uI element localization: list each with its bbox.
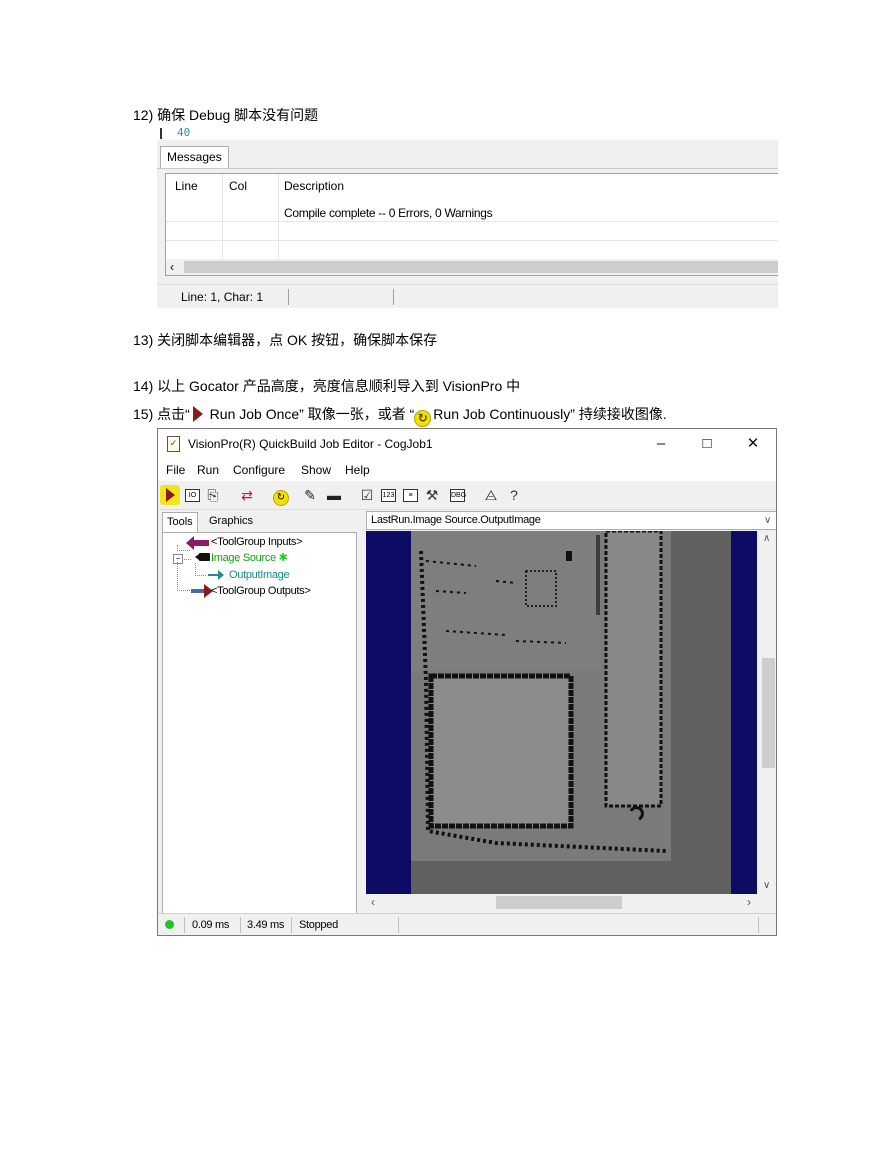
step-15-run-cont: Run Job Continuously” 持续接收图像. [433, 406, 667, 422]
tree-item-toolgroup-outputs[interactable]: <ToolGroup Outputs> [211, 584, 311, 598]
brush-icon[interactable]: ✎ [301, 485, 319, 505]
output-arrow-icon [208, 570, 224, 580]
numeric-icon[interactable]: 123 [381, 489, 396, 502]
tab-messages[interactable]: Messages [160, 146, 229, 168]
text-view-icon[interactable]: ≡ [403, 489, 418, 502]
height-map-image [411, 531, 731, 894]
help-icon[interactable]: ? [505, 485, 523, 505]
image-hscroll[interactable]: ‹ › [366, 894, 760, 911]
image-display[interactable] [366, 531, 757, 894]
script-editor-screenshot: 40 Messages Line Col Description Compile… [157, 126, 778, 308]
code-ruler: 40 [157, 126, 778, 140]
copy-icon[interactable]: ⎘ [204, 485, 222, 505]
step-13-text: 13) 关闭脚本编辑器，点 OK 按钮，确保脚本保存 [133, 332, 438, 348]
step-15-prefix: 15) 点击“ [133, 406, 190, 422]
menu-show[interactable]: Show [301, 459, 331, 481]
editor-statusbar: Line: 1, Char: 1 [157, 284, 778, 308]
cursor-position: Line: 1, Char: 1 [181, 290, 264, 304]
menu-configure[interactable]: Configure [233, 459, 285, 481]
title-bar: ✓ VisionPro(R) QuickBuild Job Editor - C… [158, 429, 776, 459]
tools-icon[interactable]: ⚒ [423, 485, 441, 505]
measure-icon[interactable]: ⨺ [482, 485, 500, 505]
scroll-up-icon[interactable]: ∧ [763, 533, 770, 544]
col-line-header[interactable]: Line [175, 174, 198, 198]
step-14-text: 14) 以上 Gocator 产品高度，亮度信息顺利导入到 VisionPro … [133, 378, 521, 394]
message-row[interactable]: Compile complete -- 0 Errors, 0 Warnings [284, 206, 493, 220]
run-continuous-icon: ↻ [414, 410, 432, 427]
menu-bar: File Run Configure Show Help [158, 459, 776, 481]
messages-grid: Line Col Description Compile complete --… [165, 173, 778, 276]
job-statusbar: 0.09 ms 3.49 ms Stopped [158, 913, 776, 935]
reset-icon[interactable]: ⇄ [238, 485, 256, 505]
image-selector-value: LastRun.Image Source.OutputImage [371, 514, 541, 526]
messages-tabstrip: Messages [157, 140, 778, 169]
scroll-thumb[interactable] [184, 261, 778, 273]
tool-tree: <ToolGroup Inputs> − Image Source ✱ Outp… [162, 532, 357, 915]
minimize-button[interactable]: – [638, 429, 684, 459]
inputs-arrow-icon [186, 536, 209, 550]
menu-run[interactable]: Run [197, 459, 219, 481]
hscroll-thumb[interactable] [496, 896, 622, 909]
image-selector[interactable]: LastRun.Image Source.OutputImage ∨ [366, 511, 776, 530]
status-time-2: 3.49 ms [247, 919, 285, 931]
menu-file[interactable]: File [166, 459, 185, 481]
clipboard-icon[interactable]: ☑ [358, 485, 376, 505]
display-icon[interactable]: IO [185, 489, 200, 502]
step-15-run-once: Run Job Once” 取像一张，或者 “ [205, 406, 415, 422]
scroll-down-icon[interactable]: ∨ [763, 880, 770, 891]
scroll-right-icon[interactable]: › [747, 895, 751, 909]
line-number: 40 [177, 126, 191, 139]
menu-help[interactable]: Help [345, 459, 370, 481]
close-button[interactable]: ✕ [730, 429, 776, 459]
col-col-header[interactable]: Col [229, 174, 247, 198]
step-15-text: 15) 点击“ Run Job Once” 取像一张，或者 “↻ Run Job … [133, 405, 667, 427]
outputs-arrow-icon [191, 584, 213, 598]
run-once-icon [192, 406, 203, 422]
tab-graphics[interactable]: Graphics [205, 512, 257, 531]
app-icon: ✓ [167, 436, 180, 452]
image-source-camera-icon [195, 553, 210, 561]
tree-item-output-image[interactable]: OutputImage [229, 568, 290, 582]
window-title: VisionPro(R) QuickBuild Job Editor - Cog… [188, 437, 433, 451]
vscroll-thumb[interactable] [762, 658, 775, 768]
maximize-button[interactable]: □ [684, 429, 730, 459]
messages-hscroll[interactable]: ‹ [166, 259, 778, 275]
status-ok-icon [165, 920, 174, 929]
run-job-once-button[interactable] [160, 485, 180, 505]
step-12-text: 12) 确保 Debug 脚本没有问题 [133, 107, 319, 123]
quickbuild-window: ✓ VisionPro(R) QuickBuild Job Editor - C… [157, 428, 777, 936]
left-tabs: Tools Graphics [162, 512, 362, 532]
debug-icon[interactable]: DBG [450, 489, 466, 502]
toolbar: IO ⎘ ⇄ ↻ ✎ ▬ ☑ 123 ≡ ⚒ DBG ⨺ ? [158, 481, 776, 510]
scroll-left-icon[interactable]: ‹ [170, 260, 174, 274]
scroll-left-icon[interactable]: ‹ [371, 895, 375, 909]
col-description-header[interactable]: Description [284, 174, 344, 198]
status-state: Stopped [299, 919, 338, 931]
status-time-1: 0.09 ms [192, 919, 230, 931]
tree-item-toolgroup-inputs[interactable]: <ToolGroup Inputs> [211, 535, 303, 549]
tab-tools[interactable]: Tools [162, 512, 198, 532]
run-continuous-button[interactable]: ↻ [272, 485, 290, 506]
tree-item-image-source[interactable]: Image Source ✱ [211, 551, 288, 565]
chevron-down-icon[interactable]: ∨ [764, 512, 771, 529]
image-vscroll[interactable]: ∧ ∨ [760, 531, 776, 894]
camera-icon[interactable]: ▬ [325, 485, 343, 505]
